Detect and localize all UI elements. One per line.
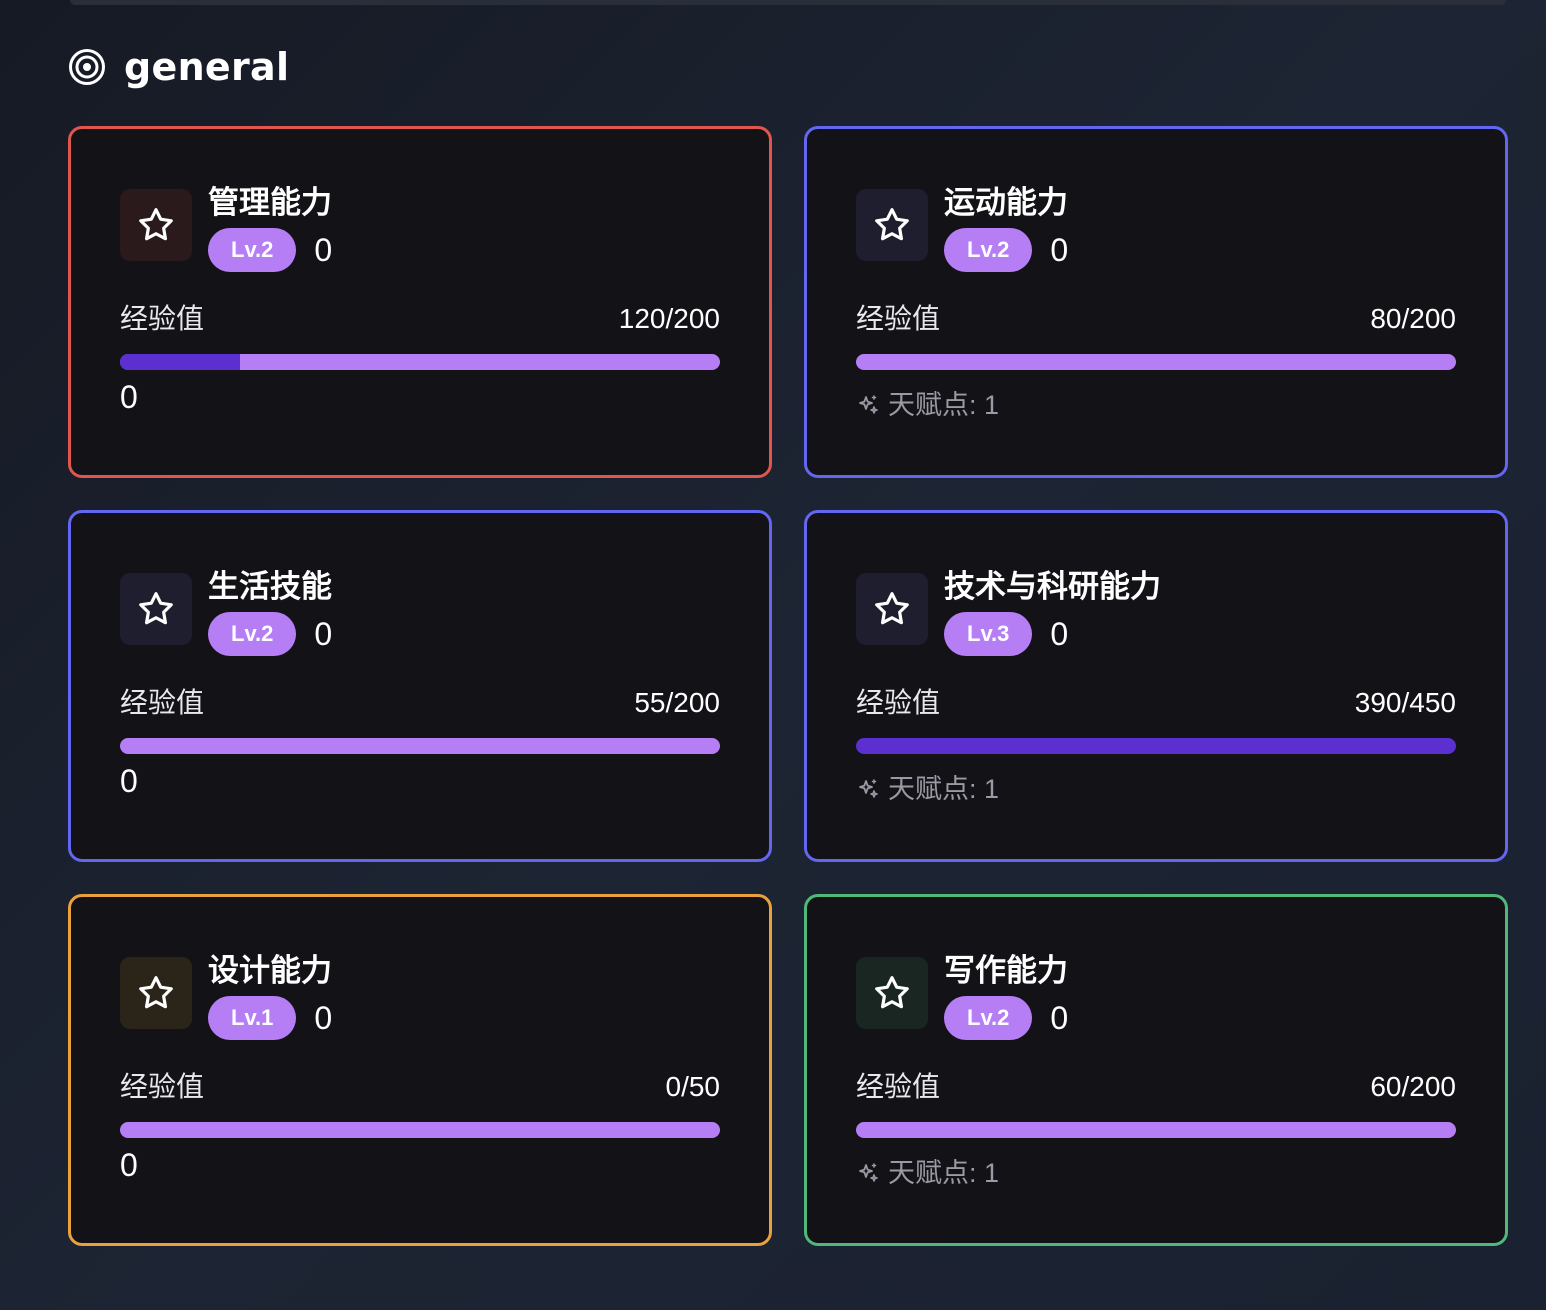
skill-icon-tile (856, 957, 928, 1029)
star-icon (139, 592, 173, 625)
sparkles-icon (859, 779, 878, 798)
talent-points: 天赋点: 1 (856, 387, 999, 423)
talent-points: 天赋点: 1 (856, 771, 999, 807)
xp-progress-bar (120, 354, 720, 370)
xp-label: 经验值 (120, 687, 205, 718)
level-badge: Lv.3 (944, 612, 1033, 656)
level-row: Lv.3 0 (944, 611, 1068, 657)
xp-progress-bar (856, 1122, 1456, 1138)
skill-icon-tile (120, 573, 192, 645)
section-title: general (124, 45, 290, 89)
xp-value: 80/200 (1370, 303, 1456, 334)
level-value: 0 (314, 231, 333, 268)
level-value: 0 (314, 615, 333, 652)
skill-card[interactable]: 写作能力 Lv.2 0 经验值 60/200 天赋点: 1 (804, 894, 1508, 1246)
skill-title: 管理能力 (208, 185, 332, 221)
section-header: general (68, 44, 289, 90)
talent-label: 天赋点: 1 (888, 1158, 1000, 1188)
skill-title: 写作能力 (944, 953, 1068, 989)
sparkles-icon (859, 1163, 878, 1182)
xp-value: 60/200 (1370, 1071, 1456, 1102)
star-icon (875, 592, 909, 625)
xp-value: 0/50 (665, 1071, 721, 1102)
level-badge: Lv.2 (944, 996, 1033, 1040)
star-icon (139, 976, 173, 1009)
level-badge: Lv.1 (208, 996, 297, 1040)
level-value: 0 (1050, 231, 1069, 268)
skill-card[interactable]: 技术与科研能力 Lv.3 0 经验值 390/450 天赋点: 1 (804, 510, 1508, 862)
skill-title: 技术与科研能力 (944, 569, 1161, 605)
xp-label: 经验值 (120, 1071, 205, 1102)
bottom-value: 0 (120, 1147, 138, 1183)
xp-label: 经验值 (856, 303, 941, 334)
level-row: Lv.1 0 (208, 995, 332, 1041)
skill-card[interactable]: 管理能力 Lv.2 0 经验值 120/200 0 (68, 126, 772, 478)
level-row: Lv.2 0 (944, 227, 1068, 273)
xp-progress-bar (856, 354, 1456, 370)
skill-icon-tile (120, 189, 192, 261)
skill-icon-tile (856, 189, 928, 261)
bottom-value: 0 (120, 763, 138, 799)
bottom-value: 0 (120, 379, 138, 415)
xp-label: 经验值 (856, 687, 941, 718)
skill-card-grid: 管理能力 Lv.2 0 经验值 120/200 0 运动能力 Lv.2 0 经验… (68, 126, 1508, 1246)
skill-title: 设计能力 (208, 953, 332, 989)
level-value: 0 (1050, 615, 1069, 652)
xp-progress-fill (120, 354, 240, 370)
level-badge: Lv.2 (208, 612, 297, 656)
level-value: 0 (314, 999, 333, 1036)
level-row: Lv.2 0 (944, 995, 1068, 1041)
level-value: 0 (1050, 999, 1069, 1036)
talent-points: 天赋点: 1 (856, 1155, 999, 1191)
xp-progress-bar (120, 1122, 720, 1138)
xp-progress-bar (120, 738, 720, 754)
target-icon (69, 49, 105, 85)
level-row: Lv.2 0 (208, 227, 332, 273)
star-icon (875, 208, 909, 241)
xp-progress-bar (856, 738, 1456, 754)
sparkles-icon (859, 395, 878, 414)
skill-icon-tile (120, 957, 192, 1029)
star-icon (875, 976, 909, 1009)
level-badge: Lv.2 (208, 228, 297, 272)
skill-icon-tile (856, 573, 928, 645)
xp-value: 120/200 (618, 303, 720, 334)
level-row: Lv.2 0 (208, 611, 332, 657)
xp-value: 55/200 (634, 687, 720, 718)
xp-label: 经验值 (856, 1071, 941, 1102)
skill-title: 运动能力 (944, 185, 1068, 221)
xp-progress-fill (856, 738, 1456, 754)
talent-label: 天赋点: 1 (888, 774, 1000, 804)
level-badge: Lv.2 (944, 228, 1033, 272)
skill-card[interactable]: 运动能力 Lv.2 0 经验值 80/200 天赋点: 1 (804, 126, 1508, 478)
skill-title: 生活技能 (208, 569, 332, 605)
talent-label: 天赋点: 1 (888, 390, 1000, 420)
xp-label: 经验值 (120, 303, 205, 334)
skill-card[interactable]: 设计能力 Lv.1 0 经验值 0/50 0 (68, 894, 772, 1246)
star-icon (139, 208, 173, 241)
top-panel-edge (70, 0, 1506, 5)
skill-card[interactable]: 生活技能 Lv.2 0 经验值 55/200 0 (68, 510, 772, 862)
xp-value: 390/450 (1354, 687, 1456, 718)
